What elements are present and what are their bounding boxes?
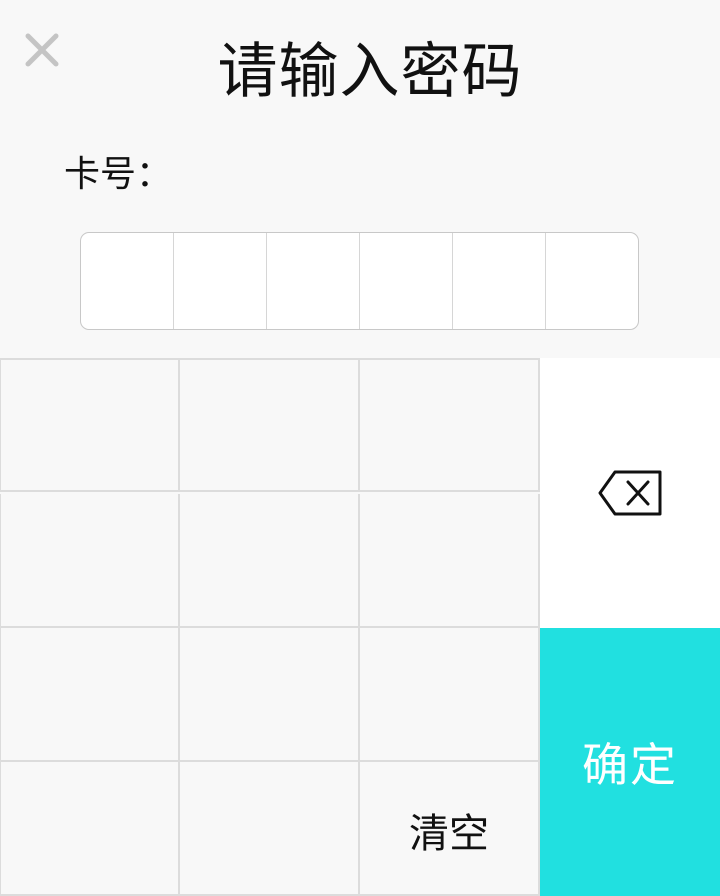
keypad-key[interactable] xyxy=(0,358,180,492)
password-cell xyxy=(546,233,638,329)
backspace-button[interactable] xyxy=(540,358,720,628)
keypad-key[interactable] xyxy=(180,628,360,762)
numeric-keypad: 清空 确定 xyxy=(0,358,720,896)
keypad-key[interactable] xyxy=(180,494,360,628)
page-title: 请输入密码 xyxy=(217,37,523,107)
keypad-key[interactable] xyxy=(360,358,540,492)
password-cell xyxy=(267,233,360,329)
keypad-key[interactable] xyxy=(360,628,540,762)
keypad-key[interactable] xyxy=(180,762,360,896)
password-dialog: 请输入密码 卡号： 清空 确定 xyxy=(0,0,720,896)
card-label: 卡号： xyxy=(64,154,173,195)
keypad-key[interactable] xyxy=(0,494,180,628)
keypad-key[interactable] xyxy=(180,358,360,492)
card-number-row: 卡号： xyxy=(64,146,196,196)
password-cell xyxy=(360,233,453,329)
password-input[interactable] xyxy=(80,232,639,330)
keypad-key[interactable] xyxy=(0,762,180,896)
password-cell xyxy=(453,233,546,329)
confirm-button[interactable]: 确定 xyxy=(540,628,720,896)
password-cell xyxy=(81,233,174,329)
keypad-key[interactable] xyxy=(0,628,180,762)
password-cell xyxy=(174,233,267,329)
clear-button[interactable]: 清空 xyxy=(360,762,540,896)
keypad-key[interactable] xyxy=(360,494,540,628)
backspace-icon xyxy=(598,470,662,516)
